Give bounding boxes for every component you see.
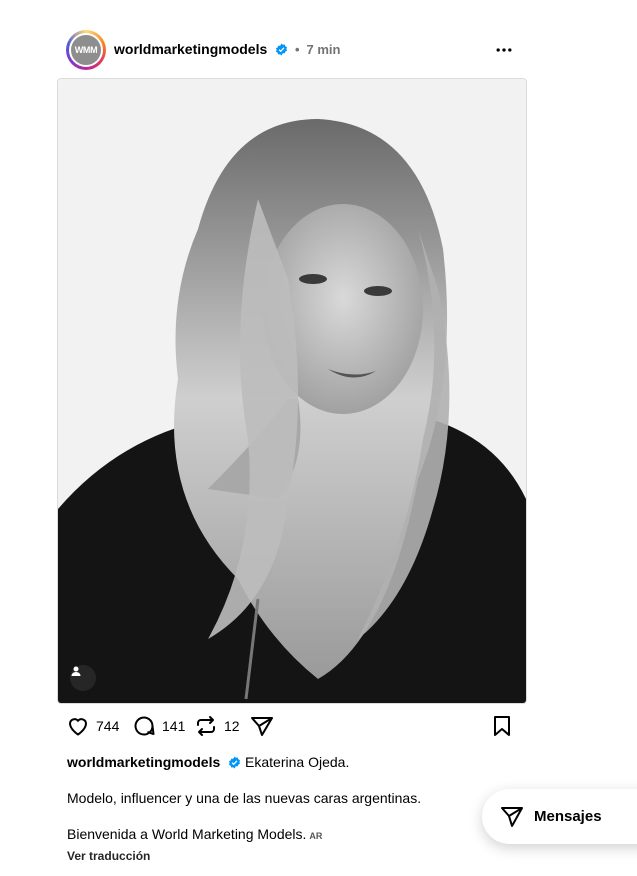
more-icon[interactable] xyxy=(494,40,514,60)
separator: • xyxy=(295,42,300,57)
language-badge: AR xyxy=(309,831,323,841)
avatar[interactable]: WMM xyxy=(66,30,106,70)
repost-count: 12 xyxy=(224,718,240,734)
like-count: 744 xyxy=(96,718,120,734)
post-header: WMM worldmarketingmodels • 7 min xyxy=(66,30,526,70)
send-icon xyxy=(501,806,523,827)
post-image[interactable] xyxy=(57,78,527,704)
bookmark-icon xyxy=(494,716,510,736)
post-author: worldmarketingmodels • 7 min xyxy=(114,41,340,57)
messages-button[interactable]: Mensajes xyxy=(482,789,637,844)
user-tag-icon[interactable] xyxy=(70,665,96,691)
caption-text-2: Modelo, influencer y una de las nuevas c… xyxy=(67,790,422,806)
post-time: 7 min xyxy=(306,42,341,57)
comment-count: 141 xyxy=(162,718,186,734)
caption-username[interactable]: worldmarketingmodels xyxy=(67,754,220,770)
caption-text-3: Bienvenida a World Marketing Models. xyxy=(67,826,307,842)
save-button[interactable] xyxy=(490,714,514,738)
heart-icon xyxy=(68,718,88,736)
portrait-illustration xyxy=(58,79,526,703)
verified-badge-icon xyxy=(276,43,288,56)
caption-line-3: Bienvenida a World Marketing Models. AR xyxy=(67,825,487,845)
username-link[interactable]: worldmarketingmodels xyxy=(114,41,267,57)
repost-icon xyxy=(197,716,215,736)
action-bar: 744 141 12 xyxy=(66,714,526,742)
repost-button[interactable]: 12 xyxy=(194,714,240,738)
comment-button[interactable]: 141 xyxy=(132,714,185,738)
share-button[interactable] xyxy=(250,714,274,738)
see-translation-link[interactable]: Ver traducción xyxy=(67,849,150,863)
verified-badge-icon xyxy=(229,756,241,769)
caption-line-1: worldmarketingmodels Ekaterina Ojeda. xyxy=(67,753,487,771)
messages-label: Mensajes xyxy=(534,808,602,825)
share-icon xyxy=(251,717,273,736)
like-button[interactable]: 744 xyxy=(66,714,119,738)
comment-icon xyxy=(134,716,155,736)
caption-text-1: Ekaterina Ojeda. xyxy=(245,754,350,770)
avatar-logo: WMM xyxy=(69,33,103,67)
